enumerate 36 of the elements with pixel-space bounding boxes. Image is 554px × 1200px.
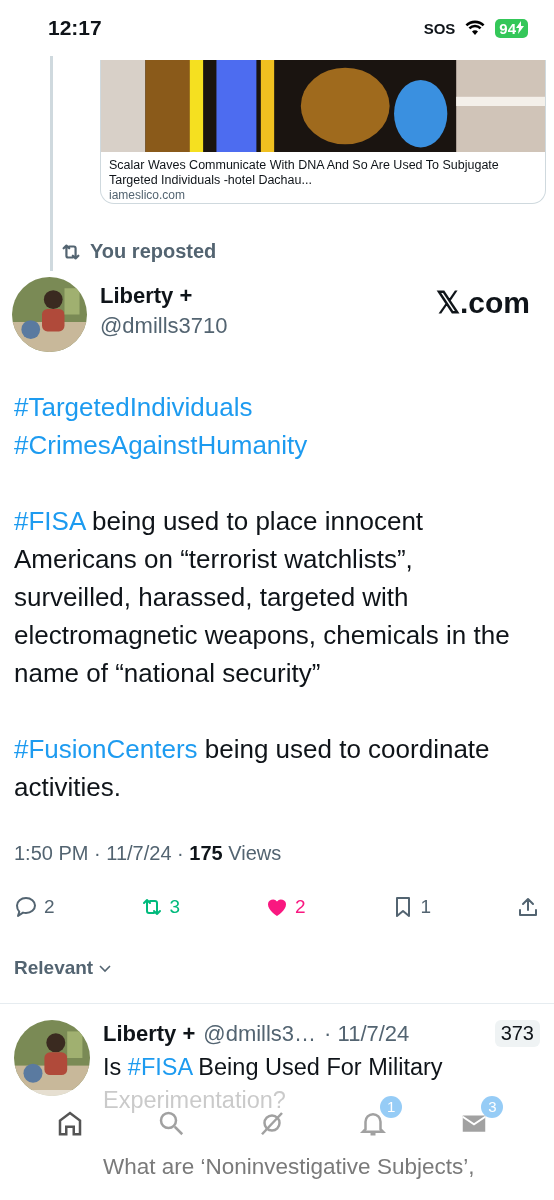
reply-button[interactable]: 2 <box>14 895 94 919</box>
reply-text: Is #FISA Being Used For Military <box>103 1053 443 1082</box>
link-title: Scalar Waves Communicate With DNA And So Are Used To Subjugate Targeted Individuals -hotel Dachau... <box>108 157 500 188</box>
view-count: 373 <box>494 1020 540 1047</box>
hashtag-link[interactable]: #FISA <box>127 1054 192 1080</box>
hashtag-link[interactable]: #TargetedIndividuals <box>14 392 253 422</box>
hashtag-link[interactable]: #FISA <box>14 506 85 536</box>
hashtag-link[interactable]: #CrimesAgainstHumanity <box>14 430 308 460</box>
share-button[interactable] <box>516 895 540 919</box>
reply-text: What are ‘Noninvestigative Subjects’, <box>103 1153 476 1181</box>
reply-date: · 11/7/24 <box>324 1020 410 1047</box>
reply-handle[interactable]: @dmills3… <box>203 1020 317 1047</box>
repost-button[interactable]: 3 <box>139 895 220 919</box>
like-button[interactable]: 2 <box>265 895 345 919</box>
post-timestamp: 1:50 PM · 11/7/24 · 175 Views <box>13 841 283 865</box>
hashtag-link[interactable]: #FusionCenters <box>14 734 198 764</box>
wifi-icon <box>465 20 486 36</box>
link-card[interactable]: Scalar Waves Communicate With DNA And So Are Used To Subjugate Targeted Individuals -hotel Dachau... iameslico.com <box>100 60 546 204</box>
speech-bubble-icon <box>14 895 38 919</box>
reply-author-name[interactable]: Liberty + <box>103 1020 196 1047</box>
bolt-icon <box>516 20 524 34</box>
battery-level: 94 <box>495 18 528 38</box>
site-name: 𝕏.com <box>435 285 530 321</box>
clock-time: 12:17 <box>48 16 102 40</box>
author-handle[interactable]: @dmills3710 <box>100 313 423 339</box>
notification-badge: 1 <box>380 1095 403 1118</box>
post-paragraph: #FusionCenters being used to coordinate activities. <box>14 733 491 804</box>
author-name[interactable]: Liberty + <box>100 283 423 309</box>
notification-badge: 3 <box>481 1095 504 1118</box>
sort-dropdown[interactable]: Relevant <box>14 957 114 979</box>
post-paragraph: #FISA being used to place innocent Americans on “terrorist watchlists”, surveilled, harassed, targeted with electromagnetic weapons, chemicals in the name of “national security” <box>14 505 511 690</box>
repost-note: You reposted <box>90 240 217 263</box>
link-domain: iameslico.com <box>108 188 187 203</box>
sos-indicator: SOS <box>423 19 456 37</box>
bookmark-button[interactable]: 1 <box>390 895 471 919</box>
share-icon <box>516 895 540 919</box>
